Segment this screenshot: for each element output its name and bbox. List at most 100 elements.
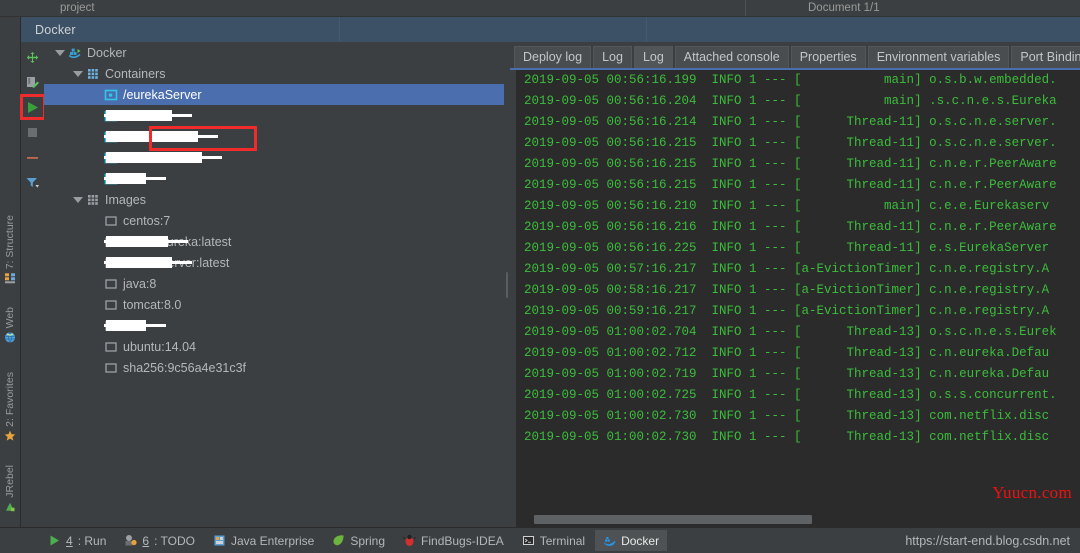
ide-body: 7: Structure Web 2: Favorites JRebel Doc…	[0, 17, 1080, 527]
tab-deploy-log[interactable]: Deploy log	[514, 46, 592, 68]
log-horizontal-scrollbar-thumb[interactable]	[534, 515, 812, 524]
tree-row[interactable]: tomcat:8.0	[44, 294, 504, 315]
tree-row[interactable]	[44, 168, 504, 189]
stop-icon[interactable]	[24, 123, 42, 141]
tree-row-label: sha256:9c56a4e31c3f	[123, 360, 247, 375]
bottom-tool-bar: 4: Run 6: TODO Java Enterprise Spring FindBu…	[0, 527, 1080, 553]
log-horizontal-scrollbar[interactable]	[518, 515, 1074, 524]
log-line: 2019-09-05 00:57:16.217 INFO 1 --- [a-Ev…	[524, 262, 1050, 276]
image-icon	[104, 214, 118, 228]
tree-row-label: Containers	[105, 66, 166, 81]
bottom-bar-item-findbugs-idea[interactable]: FindBugs-IDEA	[395, 530, 512, 551]
bottom-bar-item-label: FindBugs-IDEA	[421, 533, 504, 548]
tree-row-selected[interactable]: /eurekaServer	[44, 84, 504, 105]
docker-tree[interactable]: Docker Containers/eurekaServer 3 e/cluster1…	[44, 42, 504, 527]
sidebar-item-structure[interactable]: 7: Structure	[0, 215, 20, 284]
log-line: 2019-09-05 01:00:02.730 INFO 1 --- [ Thr…	[524, 409, 1050, 423]
tree-row[interactable]: eurekaserver:latest	[44, 252, 504, 273]
bottom-bar-item-run[interactable]: 4: Run	[40, 530, 114, 551]
log-line: 2019-09-05 01:00:02.730 INFO 1 --- [ Thr…	[524, 430, 1050, 444]
tree-row-label: java:8	[123, 276, 157, 291]
tree-row[interactable]: e	[44, 126, 504, 147]
image-icon	[104, 340, 118, 354]
chevron-down-icon[interactable]	[72, 194, 83, 205]
image-icon	[104, 256, 118, 270]
tree-row[interactable]: /cluster1	[44, 147, 504, 168]
spring-leaf-icon	[332, 534, 345, 547]
edit-configuration-icon[interactable]	[24, 73, 42, 91]
container-icon	[104, 151, 118, 165]
bottom-bar-item-label: : TODO	[154, 533, 195, 548]
bottom-bar-item-java-enterprise[interactable]: Java Enterprise	[205, 530, 322, 551]
header-divider-1	[339, 17, 340, 42]
log-line: 2019-09-05 00:56:16.215 INFO 1 --- [ Thr…	[524, 136, 1057, 150]
log-line: 2019-09-05 00:56:16.204 INFO 1 --- [ mai…	[524, 94, 1057, 108]
tree-row-label: 3	[123, 108, 130, 123]
tab-port-bindings[interactable]: Port Bindings	[1011, 46, 1080, 68]
log-lines: 2019-09-05 00:56:16.199 INFO 1 --- [ mai…	[510, 70, 1080, 448]
sidebar-item-jrebel-label: JRebel	[4, 465, 16, 498]
log-line: 2019-09-05 01:00:02.725 INFO 1 --- [ Thr…	[524, 388, 1057, 402]
log-tab-bar[interactable]: Deploy log Log Log Attached console Properti…	[510, 42, 1080, 68]
sidebar-item-favorites[interactable]: 2: Favorites	[0, 372, 20, 442]
tab-properties[interactable]: Properties	[790, 46, 866, 68]
tab-attached-console[interactable]: Attached console	[674, 46, 789, 68]
sidebar-item-web[interactable]: Web	[0, 307, 20, 344]
tab-log[interactable]: Log	[633, 46, 673, 68]
watermark-label: Yuucn.com	[992, 483, 1072, 502]
chevron-down-icon[interactable]	[54, 47, 65, 58]
tree-row-label: ubuntu:14.04	[123, 339, 196, 354]
tree-row[interactable]: Containers	[44, 63, 504, 84]
bottom-bar-item-spring[interactable]: Spring	[324, 530, 393, 551]
bottom-bar-item-docker[interactable]: Docker	[595, 530, 668, 551]
run-icon[interactable]	[19, 94, 46, 120]
tree-row[interactable]: clustereureka:latest	[44, 231, 504, 252]
log-line: 2019-09-05 00:56:16.210 INFO 1 --- [ mai…	[524, 199, 1050, 213]
sidebar-item-favorites-label: 2: Favorites	[4, 372, 16, 427]
connect-icon[interactable]	[24, 48, 42, 66]
tree-row[interactable]: Docker	[44, 42, 504, 63]
log-line: 2019-09-05 00:56:16.215 INFO 1 --- [ Thr…	[524, 157, 1057, 171]
findbugs-icon	[403, 534, 416, 547]
tree-row-label: eurekaserver:latest	[123, 255, 230, 270]
remove-icon[interactable]	[24, 148, 42, 166]
image-icon	[104, 235, 118, 249]
docker-window-body: Docker Containers/eurekaServer 3 e/cluster1…	[19, 42, 1080, 527]
sidebar-item-web-label: Web	[4, 307, 16, 329]
image-icon	[104, 277, 118, 291]
tree-row[interactable]: 3	[44, 105, 504, 126]
filter-icon[interactable]	[24, 173, 42, 191]
bottom-bar-item-todo[interactable]: 6: TODO	[116, 530, 203, 551]
docker-tool-window: Docker Docker Containers /eurekaServer 3…	[19, 17, 1080, 527]
sidebar-item-jrebel[interactable]: JRebel	[0, 465, 20, 513]
chevron-down-icon[interactable]	[72, 68, 83, 79]
tree-row-label: centos:7	[123, 213, 171, 228]
log-output-view[interactable]: 2019-09-05 00:56:16.199 INFO 1 --- [ mai…	[510, 68, 1080, 527]
tab-log[interactable]: Log	[593, 46, 632, 68]
tree-row[interactable]: ubuntu:14.04	[44, 336, 504, 357]
tree-row[interactable]: centos:7	[44, 210, 504, 231]
bottom-bar-item-terminal[interactable]: Terminal	[514, 530, 593, 551]
tree-row[interactable]: Images	[44, 189, 504, 210]
image-icon	[104, 319, 118, 333]
bottom-bar-item-label: Java Enterprise	[230, 533, 315, 548]
tree-row[interactable]: sha256:9c56a4e31c3f	[44, 357, 504, 378]
docker-icon	[68, 46, 82, 60]
tab-environment-variables[interactable]: Environment variables	[867, 46, 1010, 68]
log-line: 2019-09-05 00:56:16.215 INFO 1 --- [ Thr…	[524, 178, 1057, 192]
left-tool-strip: 7: Structure Web 2: Favorites JRebel	[0, 17, 21, 527]
tree-row[interactable]: st	[44, 315, 504, 336]
tree-row-label: /cluster1	[123, 150, 171, 165]
log-line: 2019-09-05 01:00:02.704 INFO 1 --- [ Thr…	[524, 325, 1057, 339]
tree-row-label: Images	[105, 192, 146, 207]
containers-icon	[86, 67, 100, 81]
tree-row[interactable]: java:8	[44, 273, 504, 294]
todo-icon	[124, 534, 137, 547]
